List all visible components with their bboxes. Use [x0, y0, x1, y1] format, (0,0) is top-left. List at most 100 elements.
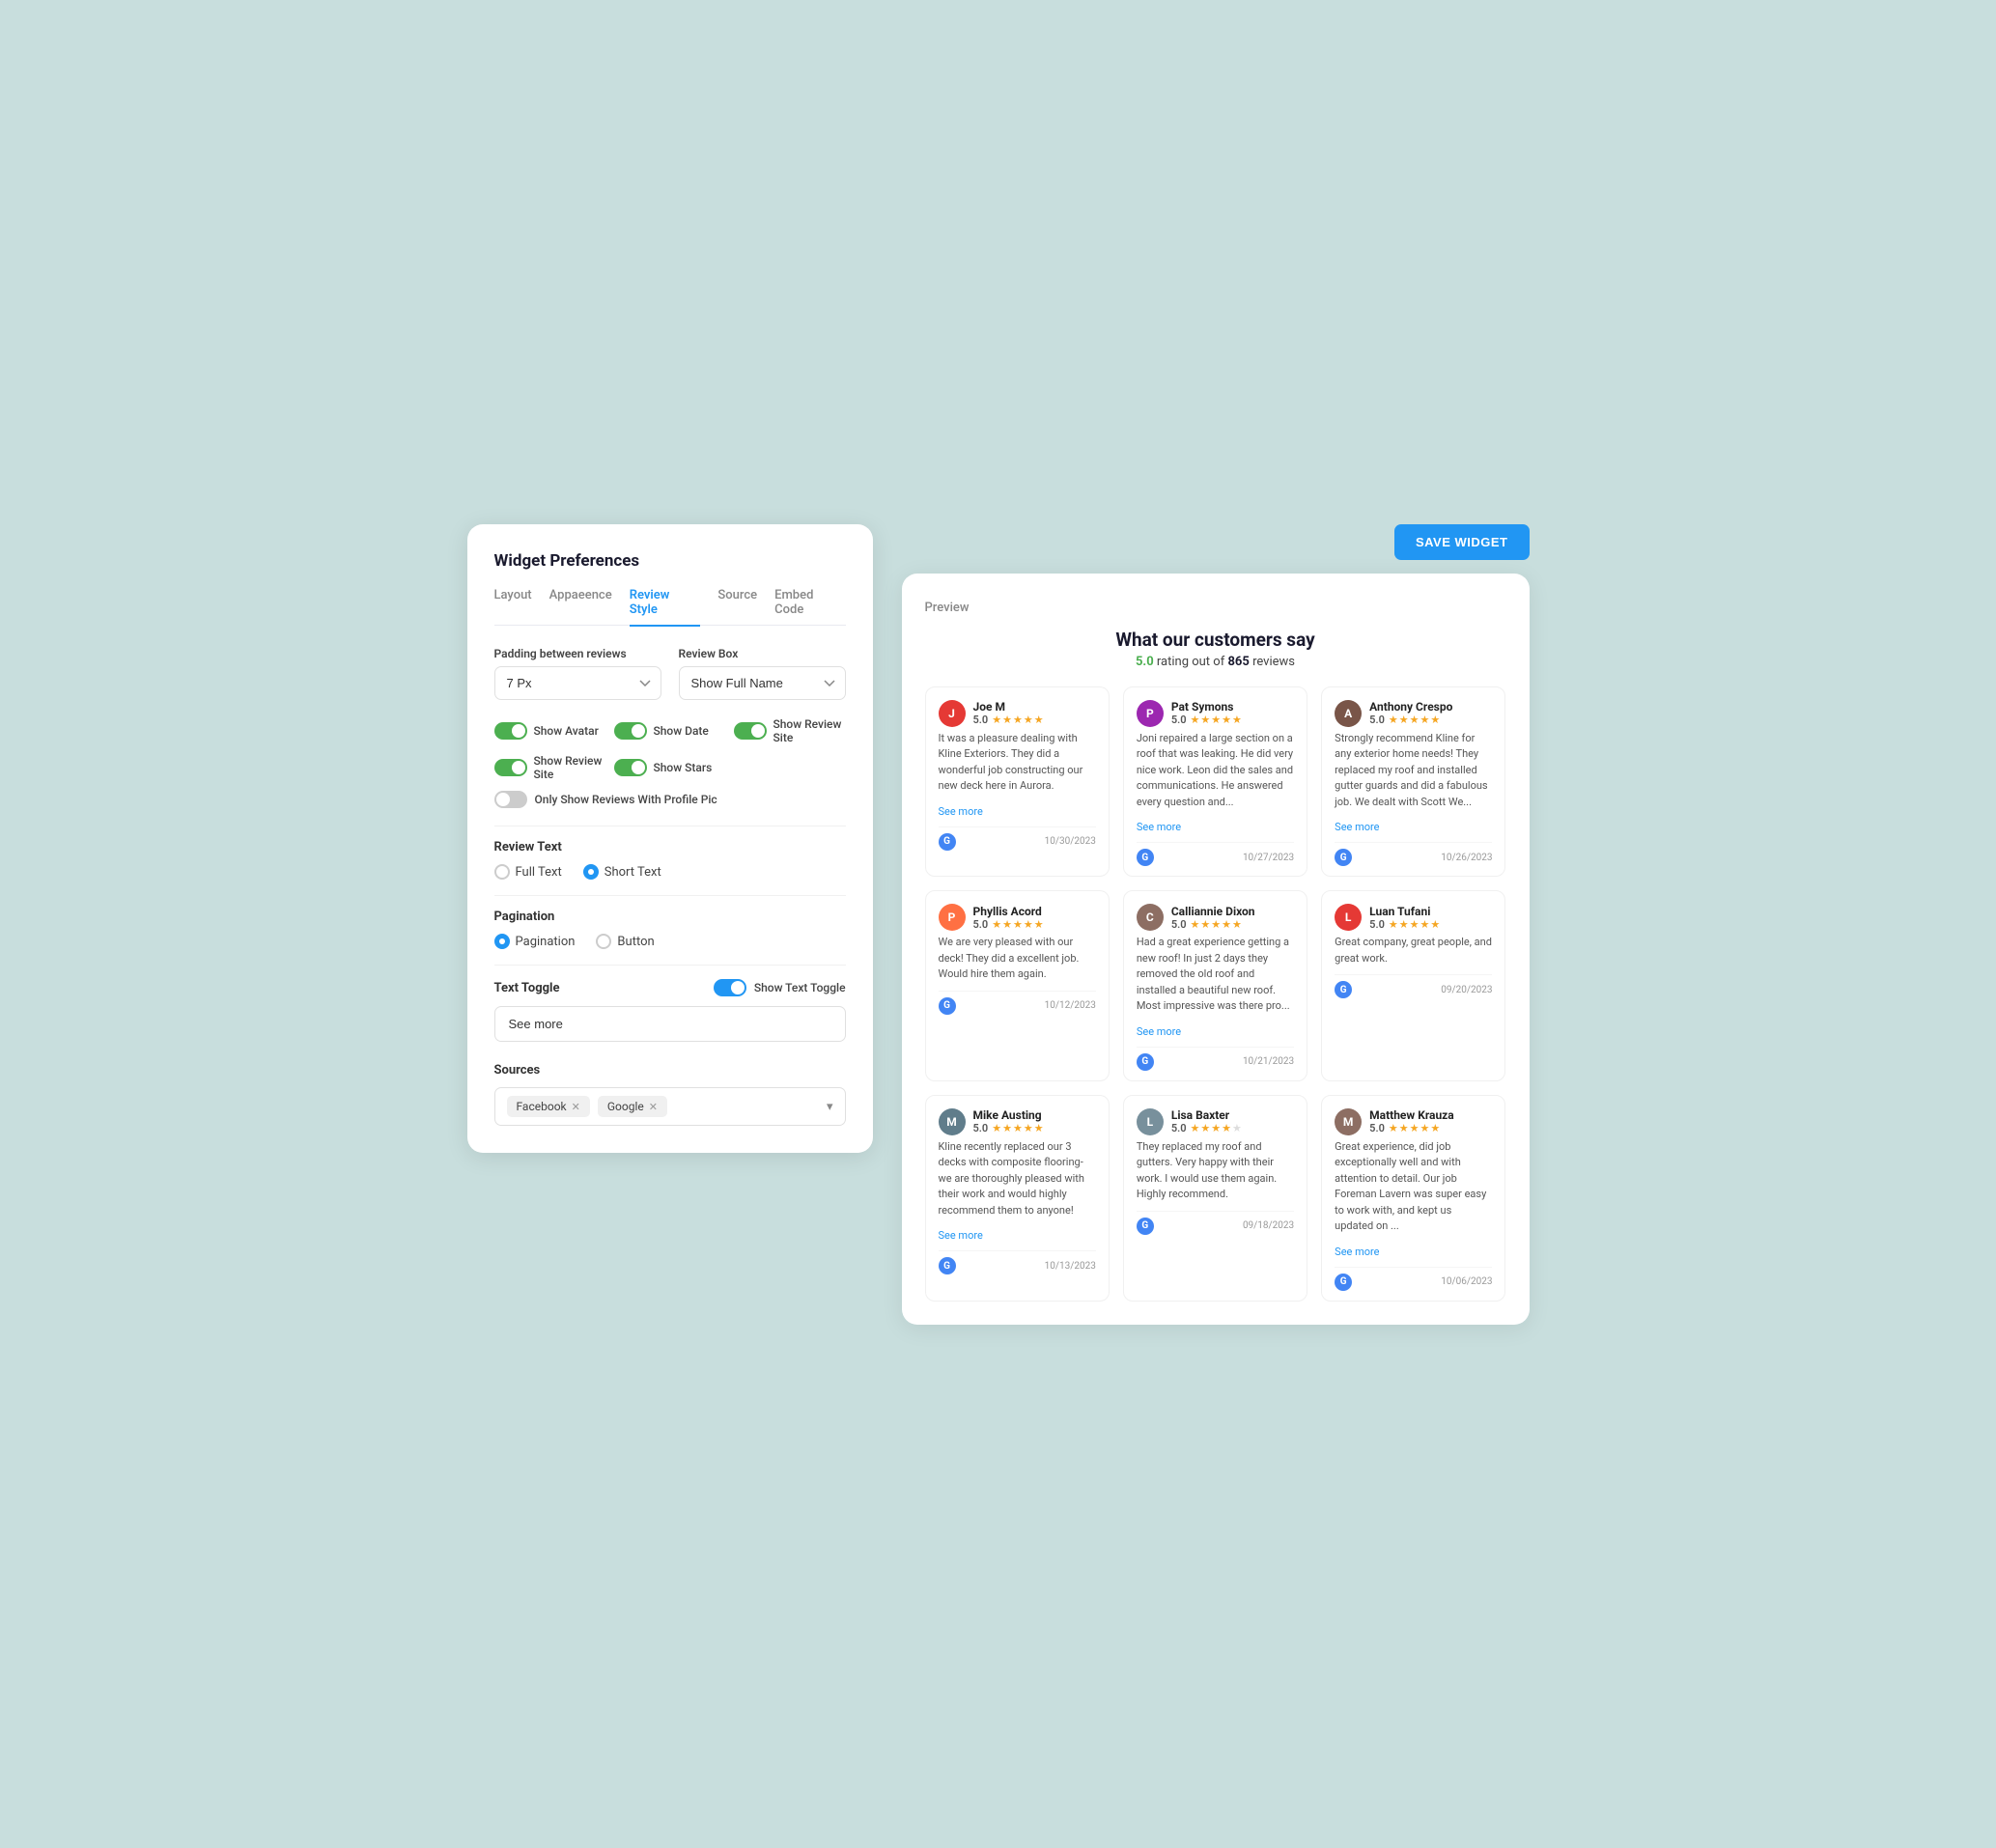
- tab-layout[interactable]: Layout: [494, 588, 532, 627]
- radio-pagination-circle: [494, 934, 510, 949]
- toggle-date-switch[interactable]: [614, 722, 647, 740]
- stars: ★★★★★: [1389, 714, 1440, 726]
- review-box-select[interactable]: Show Full Name: [679, 666, 846, 700]
- star-4: ★: [1420, 714, 1429, 726]
- divider-3: [494, 965, 846, 966]
- padding-label: Padding between reviews: [494, 647, 661, 660]
- review-text: Great company, great people, and great w…: [1335, 935, 1492, 966]
- sources-box: Facebook ✕ Google ✕ ▾: [494, 1087, 846, 1126]
- review-card: C Calliannie Dixon 5.0 ★★★★★ Had a great…: [1123, 890, 1307, 1081]
- rating-val: 5.0: [1369, 714, 1385, 726]
- sources-expand-icon[interactable]: ▾: [827, 1100, 833, 1114]
- toggle-avatar-switch[interactable]: [494, 722, 527, 740]
- star-4: ★: [1024, 714, 1033, 726]
- card-footer: G 10/12/2023: [939, 991, 1096, 1015]
- star-5: ★: [1232, 1122, 1242, 1134]
- radio-pagination[interactable]: Pagination: [494, 934, 576, 949]
- star-1: ★: [992, 714, 1001, 726]
- see-more-link[interactable]: See more: [1137, 1025, 1181, 1038]
- star-1: ★: [1389, 714, 1398, 726]
- tab-source[interactable]: Source: [717, 588, 757, 627]
- reviewer-row: C Calliannie Dixon 5.0 ★★★★★: [1137, 904, 1294, 931]
- toggle-review-site-1-switch[interactable]: [734, 722, 767, 740]
- reviewer-row: M Mike Austing 5.0 ★★★★★: [939, 1108, 1096, 1135]
- only-profile-toggle[interactable]: [494, 791, 527, 808]
- see-more-link[interactable]: See more: [1137, 821, 1181, 833]
- radio-button[interactable]: Button: [596, 934, 654, 949]
- avatar: L: [1137, 1108, 1164, 1135]
- reviewer-name: Luan Tufani: [1369, 905, 1492, 918]
- stars: ★★★★★: [1389, 1122, 1440, 1134]
- review-text: Great experience, did job exceptionally …: [1335, 1139, 1492, 1235]
- card-date: 10/30/2023: [1045, 836, 1096, 847]
- avatar: C: [1137, 904, 1164, 931]
- reviewer-info: Mike Austing 5.0 ★★★★★: [973, 1108, 1096, 1134]
- toggle-stars-switch[interactable]: [614, 759, 647, 776]
- see-more-input[interactable]: [494, 1006, 846, 1042]
- save-widget-button[interactable]: SAVE WIDGET: [1394, 524, 1530, 560]
- tab-review-style[interactable]: Review Style: [630, 588, 701, 627]
- reviewer-info: Anthony Crespo 5.0 ★★★★★: [1369, 700, 1492, 726]
- toggle-show-review-site-1: Show Review Site: [734, 717, 846, 744]
- rating-row: 5.0 ★★★★★: [973, 1122, 1096, 1134]
- tab-embed-code[interactable]: Embed Code: [774, 588, 845, 627]
- source-tag-facebook: Facebook ✕: [507, 1096, 590, 1117]
- toggle-stars-label: Show Stars: [654, 761, 713, 774]
- reviewer-row: L Luan Tufani 5.0 ★★★★★: [1335, 904, 1492, 931]
- toggle-review-site-2-label: Show Review Site: [534, 754, 606, 781]
- preview-rating-text: 5.0 rating out of 865 reviews: [925, 655, 1506, 669]
- star-4: ★: [1420, 1122, 1429, 1134]
- avatar: L: [1335, 904, 1362, 931]
- rating-row: 5.0 ★★★★★: [1369, 1122, 1492, 1134]
- card-date: 09/18/2023: [1243, 1220, 1294, 1231]
- star-1: ★: [1389, 918, 1398, 931]
- toggle-show-stars: Show Stars: [614, 754, 726, 781]
- google-icon: G: [1137, 1218, 1154, 1235]
- star-3: ★: [1211, 714, 1221, 726]
- star-1: ★: [992, 918, 1001, 931]
- card-footer: G 10/27/2023: [1137, 842, 1294, 866]
- card-footer: G 09/18/2023: [1137, 1211, 1294, 1235]
- avatar: M: [939, 1108, 966, 1135]
- google-icon: G: [1335, 849, 1352, 866]
- remove-facebook-icon[interactable]: ✕: [572, 1101, 580, 1113]
- star-2: ★: [1399, 714, 1409, 726]
- see-more-link[interactable]: See more: [1335, 1246, 1379, 1258]
- google-icon: G: [1137, 849, 1154, 866]
- show-text-toggle-label: Show Text Toggle: [754, 981, 846, 994]
- star-4: ★: [1024, 1122, 1033, 1134]
- see-more-link[interactable]: See more: [1335, 821, 1379, 833]
- remove-google-icon[interactable]: ✕: [649, 1101, 658, 1113]
- tab-appearance[interactable]: Appaeence: [549, 588, 612, 627]
- reviewer-name: Matthew Krauza: [1369, 1108, 1492, 1122]
- see-more-link[interactable]: See more: [939, 805, 983, 818]
- reviewer-row: L Lisa Baxter 5.0 ★★★★★: [1137, 1108, 1294, 1135]
- rating-row: 5.0 ★★★★★: [1369, 918, 1492, 931]
- show-text-toggle-switch[interactable]: [714, 979, 746, 996]
- card-date: 10/06/2023: [1441, 1276, 1492, 1287]
- toggle-review-site-2-switch[interactable]: [494, 759, 527, 776]
- card-footer: G 10/13/2023: [939, 1250, 1096, 1274]
- avatar: P: [1137, 700, 1164, 727]
- star-3: ★: [1410, 1122, 1420, 1134]
- right-panel: SAVE WIDGET Preview What our customers s…: [902, 524, 1530, 1325]
- radio-full-text-label: Full Text: [516, 865, 562, 880]
- radio-full-text[interactable]: Full Text: [494, 864, 562, 880]
- stars: ★★★★★: [1191, 918, 1242, 931]
- padding-select[interactable]: 7 Px: [494, 666, 661, 700]
- reviewer-row: M Matthew Krauza 5.0 ★★★★★: [1335, 1108, 1492, 1135]
- star-5: ★: [1034, 714, 1044, 726]
- see-more-link[interactable]: See more: [939, 1229, 983, 1242]
- reviewer-row: J Joe M 5.0 ★★★★★: [939, 700, 1096, 727]
- stars: ★★★★★: [992, 1122, 1043, 1134]
- toggle-review-site-1-label: Show Review Site: [773, 717, 846, 744]
- review-text: It was a pleasure dealing with Kline Ext…: [939, 731, 1096, 795]
- text-toggle-label: Text Toggle: [494, 981, 560, 995]
- review-text: They replaced my roof and gutters. Very …: [1137, 1139, 1294, 1203]
- star-3: ★: [1410, 918, 1420, 931]
- google-icon: G: [1335, 1274, 1352, 1291]
- star-3: ★: [1211, 918, 1221, 931]
- stars: ★★★★★: [1191, 1122, 1242, 1134]
- radio-short-text[interactable]: Short Text: [583, 864, 661, 880]
- reviews-label: reviews: [1252, 655, 1295, 669]
